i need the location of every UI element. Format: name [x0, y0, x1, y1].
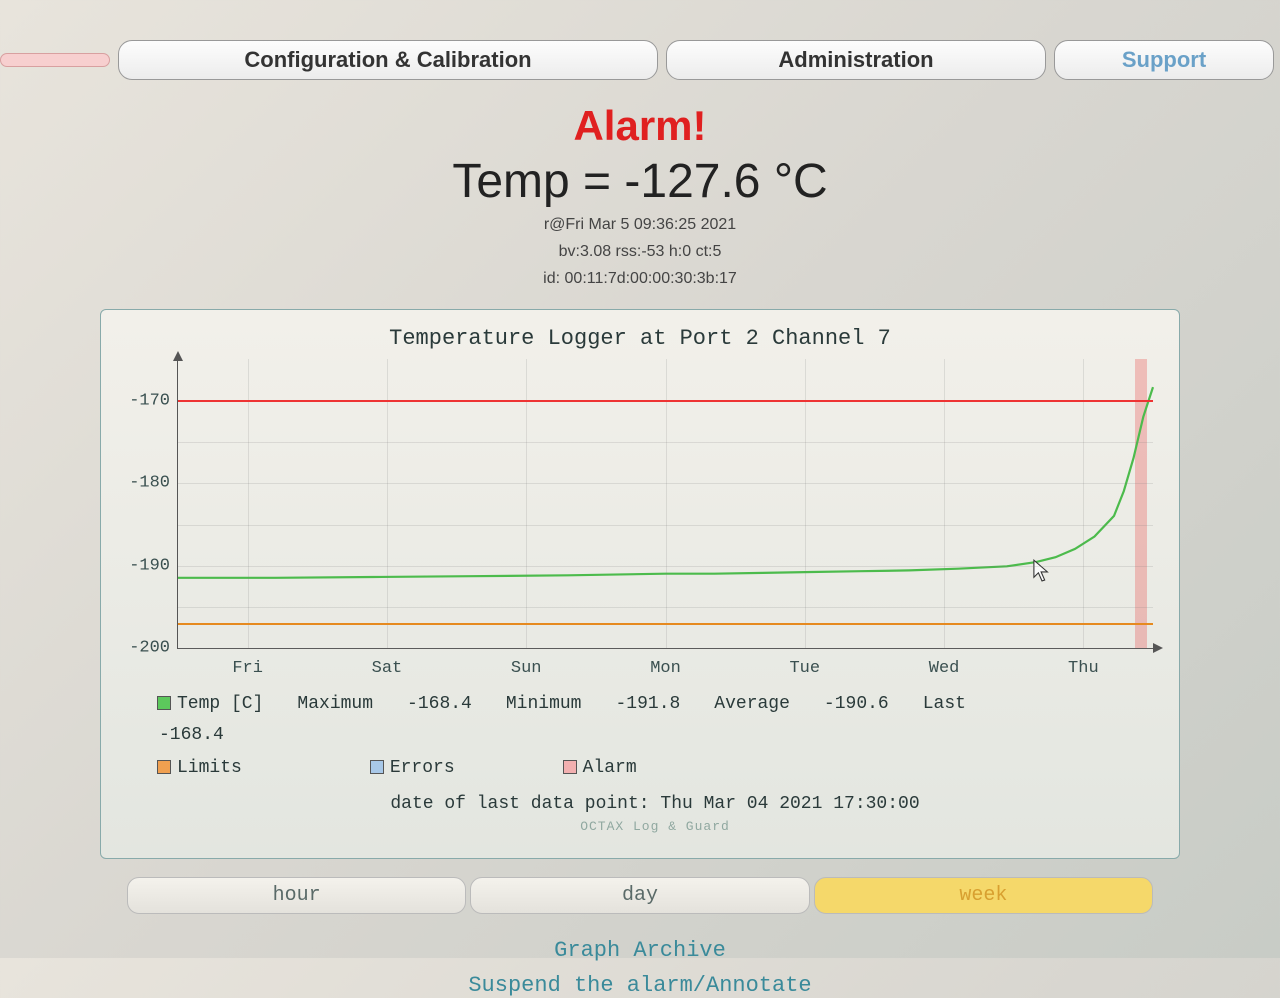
stat-last-label: Last: [923, 689, 966, 720]
stat-min-value: -191.8: [615, 689, 680, 720]
stat-max-label: Maximum: [297, 689, 373, 720]
chart-title: Temperature Logger at Port 2 Channel 7: [117, 326, 1163, 351]
tab-support[interactable]: Support: [1054, 40, 1274, 80]
header-block: Alarm! Temp = -127.6 °C r@Fri Mar 5 09:3…: [0, 102, 1280, 289]
legend-temp-last-value: -168.4: [159, 720, 1153, 751]
stat-max-value: -168.4: [407, 689, 472, 720]
tab-administration[interactable]: Administration: [666, 40, 1046, 80]
stat-avg-value: -190.6: [824, 689, 889, 720]
top-tabs: Configuration & Calibration Administrati…: [0, 0, 1280, 80]
chart-plot-area: -170-180-190-200FriSatSunMonTueWedThu: [177, 359, 1153, 649]
range-day[interactable]: day: [470, 877, 809, 914]
range-week[interactable]: week: [814, 877, 1153, 914]
stat-avg-label: Average: [714, 689, 790, 720]
chart-panel: Temperature Logger at Port 2 Channel 7 -…: [100, 309, 1180, 858]
meta-line-3: id: 00:11:7d:00:00:30:3b:17: [0, 269, 1280, 290]
alarm-label: Alarm!: [0, 102, 1280, 150]
stat-min-label: Minimum: [506, 689, 582, 720]
legend-alarm: Alarm: [563, 753, 637, 784]
range-tabs: hour day week: [125, 877, 1155, 914]
temp-reading: Temp = -127.6 °C: [0, 154, 1280, 209]
legend-area: Temp [C] Maximum -168.4 Minimum -191.8 A…: [157, 689, 1153, 837]
meta-line-1: r@Fri Mar 5 09:36:25 2021: [0, 215, 1280, 236]
link-suspend-alarm[interactable]: Suspend the alarm/Annotate: [0, 973, 1280, 998]
tab-status-indicator[interactable]: [0, 53, 110, 67]
legend-errors: Errors: [370, 753, 455, 784]
legend-temp: Temp [C]: [157, 689, 263, 720]
legend-limits: Limits: [157, 753, 242, 784]
range-hour[interactable]: hour: [127, 877, 466, 914]
meta-line-2: bv:3.08 rss:-53 h:0 ct:5: [0, 242, 1280, 263]
footer-links: Graph Archive Suspend the alarm/Annotate: [0, 938, 1280, 998]
tab-configuration[interactable]: Configuration & Calibration: [118, 40, 658, 80]
link-graph-archive[interactable]: Graph Archive: [0, 938, 1280, 963]
watermark: OCTAX Log & Guard: [157, 816, 1153, 838]
